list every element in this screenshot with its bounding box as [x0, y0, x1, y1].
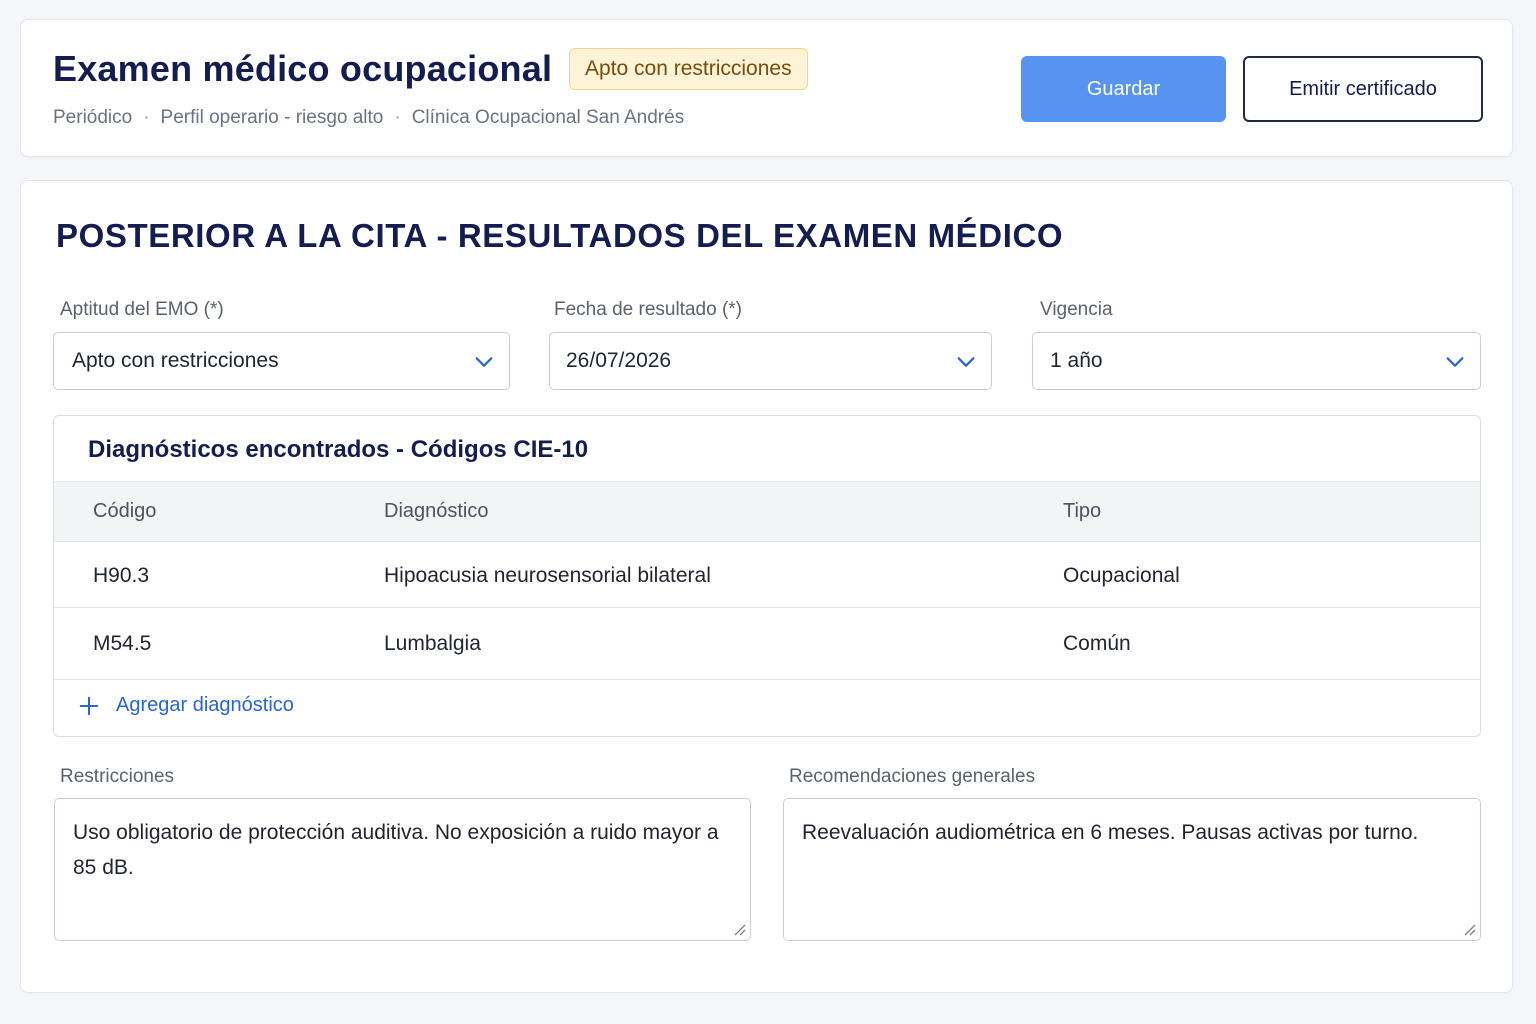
restricciones-value: Uso obligatorio de protección auditiva. …: [73, 821, 719, 879]
diagnostics-title: Diagnósticos encontrados - Códigos CIE-1…: [88, 436, 589, 463]
recomendaciones-label: Recomendaciones generales: [789, 766, 1036, 787]
table-header: Código Diagnóstico Tipo: [54, 481, 1480, 542]
meta-separator: ·: [394, 107, 401, 128]
column-header-code: Código: [93, 500, 157, 522]
diagnosis-type: Ocupacional: [1063, 564, 1180, 587]
diagnosis-name: Lumbalgia: [384, 632, 481, 655]
diagnosis-code: M54.5: [93, 632, 152, 655]
exam-profile: Perfil operario - riesgo alto: [160, 107, 384, 128]
restricciones-textarea[interactable]: Uso obligatorio de protección auditiva. …: [54, 798, 751, 941]
resize-grip-icon[interactable]: [732, 922, 746, 936]
aptitud-select[interactable]: Apto con restricciones: [53, 332, 510, 390]
status-badge: Apto con restricciones: [569, 48, 808, 90]
recomendaciones-value: Reevaluación audiométrica en 6 meses. Pa…: [802, 821, 1419, 844]
chevron-down-icon: [957, 357, 975, 367]
fecha-select[interactable]: 26/07/2026: [549, 332, 992, 390]
diagnostics-table: Diagnósticos encontrados - Códigos CIE-1…: [53, 415, 1481, 737]
add-diagnosis-button[interactable]: Agregar diagnóstico: [78, 694, 294, 717]
aptitud-value: Apto con restricciones: [72, 349, 279, 372]
vigencia-label: Vigencia: [1040, 299, 1113, 320]
diagnosis-type: Común: [1063, 632, 1131, 655]
vigencia-select[interactable]: 1 año: [1032, 332, 1481, 390]
recomendaciones-textarea[interactable]: Reevaluación audiométrica en 6 meses. Pa…: [783, 798, 1481, 941]
results-card: POSTERIOR A LA CITA - RESULTADOS DEL EXA…: [20, 180, 1513, 993]
issue-certificate-button[interactable]: Emitir certificado: [1243, 56, 1483, 122]
exam-header-card: Examen médico ocupacional Apto con restr…: [20, 19, 1513, 157]
exam-type: Periódico: [53, 107, 133, 128]
fecha-label: Fecha de resultado (*): [554, 299, 742, 320]
save-button[interactable]: Guardar: [1021, 56, 1226, 122]
exam-meta: Periódico · Perfil operario - riesgo alto ·…: [53, 107, 684, 129]
section-title: POSTERIOR A LA CITA - RESULTADOS DEL EXA…: [56, 217, 1064, 254]
table-row[interactable]: M54.5 Lumbalgia Común: [54, 608, 1480, 680]
table-row[interactable]: H90.3 Hipoacusia neurosensorial bilatera…: [54, 542, 1480, 608]
vigencia-value: 1 año: [1050, 349, 1103, 372]
fecha-value: 26/07/2026: [566, 349, 672, 372]
meta-separator: ·: [143, 107, 150, 128]
column-header-diagnosis: Diagnóstico: [384, 500, 489, 522]
chevron-down-icon: [1446, 357, 1464, 367]
restricciones-label: Restricciones: [60, 766, 175, 787]
page-title: Examen médico ocupacional: [53, 48, 553, 89]
resize-grip-icon[interactable]: [1462, 922, 1476, 936]
exam-clinic: Clínica Ocupacional San Andrés: [411, 107, 685, 128]
aptitud-label: Aptitud del EMO (*): [60, 299, 224, 320]
chevron-down-icon: [475, 357, 493, 367]
column-header-type: Tipo: [1063, 500, 1102, 522]
add-diagnosis-label: Agregar diagnóstico: [116, 694, 294, 716]
diagnosis-code: H90.3: [93, 564, 150, 587]
diagnosis-name: Hipoacusia neurosensorial bilateral: [384, 564, 711, 587]
plus-icon: [79, 696, 99, 715]
